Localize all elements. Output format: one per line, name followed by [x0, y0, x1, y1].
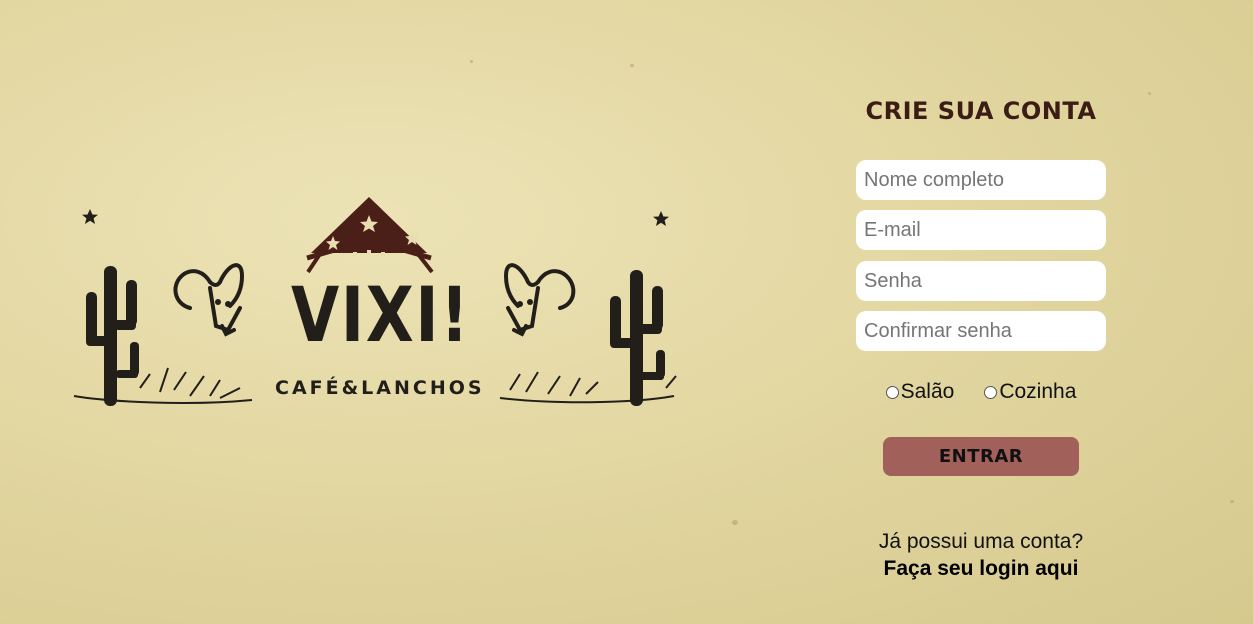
- login-question: Já possui uma conta?: [878, 530, 1084, 553]
- cow-skull-icon: [173, 263, 245, 337]
- paper-speck: [470, 60, 473, 63]
- form-title: CRIE SUA CONTA: [865, 97, 1097, 125]
- logo-title: VIXI!: [291, 270, 471, 359]
- paper-speck: [630, 64, 634, 67]
- star-icon: [82, 209, 98, 224]
- radio-button[interactable]: [885, 385, 899, 399]
- login-link[interactable]: Faça seu login aqui: [830, 557, 1132, 581]
- roof-icon: [306, 197, 434, 274]
- role-label: Salão: [900, 380, 955, 403]
- cactus-icon: [610, 270, 665, 406]
- role-option-salao[interactable]: Salão: [885, 380, 955, 404]
- role-selector: Salão Cozinha: [830, 380, 1132, 404]
- password-field[interactable]: [856, 261, 1106, 301]
- star-icon: [653, 211, 669, 226]
- email-field[interactable]: [856, 210, 1106, 250]
- role-option-cozinha[interactable]: Cozinha: [984, 380, 1076, 404]
- paper-speck: [732, 520, 738, 525]
- paper-speck: [1230, 500, 1234, 503]
- confirm-password-field[interactable]: [856, 311, 1106, 351]
- full-name-field[interactable]: [856, 160, 1106, 200]
- radio-button[interactable]: [984, 385, 998, 399]
- submit-button[interactable]: ENTRAR: [883, 437, 1079, 476]
- cow-skull-icon: [503, 263, 576, 337]
- paper-speck: [1148, 92, 1151, 95]
- cactus-icon: [86, 266, 139, 406]
- role-label: Cozinha: [999, 380, 1077, 403]
- brand-logo: VIXI! CAFÉ&LANCHOS: [70, 192, 690, 417]
- logo-subtitle: CAFÉ&LANCHOS: [275, 377, 485, 399]
- signup-panel: CRIE SUA CONTA Salão Cozinha ENTRAR Já p…: [830, 0, 1132, 624]
